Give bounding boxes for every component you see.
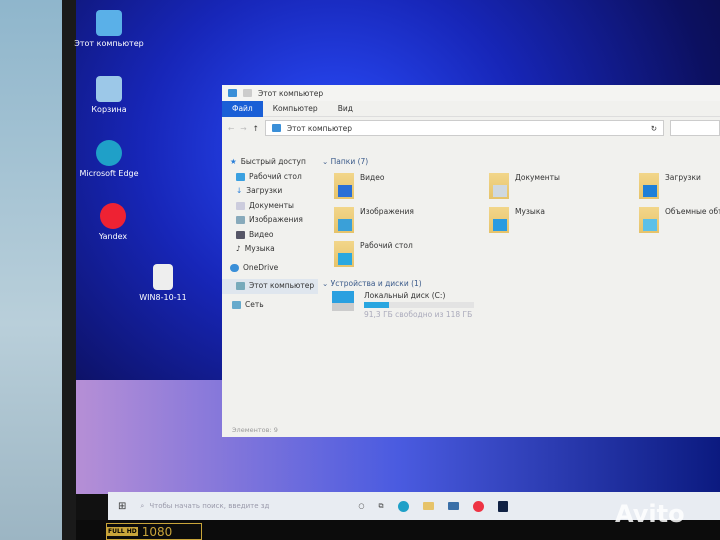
music-folder-icon [489,207,509,233]
music-icon: ♪ [236,244,241,253]
sidebar-item-pictures[interactable]: Изображения [222,213,318,228]
computer-icon [96,10,122,36]
file-explorer-window: Этот компьютер Файл Компьютер Вид ← → ↑ … [222,85,720,437]
folder-item[interactable]: Загрузки [639,173,720,201]
breadcrumb: Этот компьютер [286,123,352,133]
sidebar-item-downloads[interactable]: ↓ Загрузки [222,184,318,199]
sidebar-item-documents[interactable]: Документы [222,199,318,214]
search-input[interactable] [670,120,720,136]
folder-item[interactable]: Документы [489,173,639,201]
pictures-folder-icon [334,207,354,233]
folder-item[interactable]: Видео [334,173,489,201]
sidebar-item-quick-access[interactable]: ★ Быстрый доступ [222,155,318,170]
downloads-folder-icon [639,173,659,199]
desktop-icon-edge[interactable]: Microsoft Edge [74,140,144,179]
pictures-icon [236,216,245,225]
drive-usage-bar [364,302,474,308]
desktop-folder-icon [334,241,354,267]
content-pane: ⌄ Папки (7) Видео Документы Загрузки Изо… [322,155,720,319]
desktop-icon-win-file[interactable]: WIN8-10-11 [128,264,198,303]
tab-view[interactable]: Вид [328,101,363,117]
file-icon [153,264,173,290]
folder-item[interactable]: Изображения [334,207,489,235]
yandex-icon[interactable] [472,500,484,512]
sidebar-item-this-pc[interactable]: Этот компьютер [222,279,318,294]
refresh-icon[interactable]: ↻ [651,124,663,133]
window-title: Этот компьютер [258,88,324,98]
avito-watermark: Avito [615,500,685,528]
drive-icon [332,291,354,311]
sidebar-item-music[interactable]: ♪ Музыка [222,242,318,257]
video-icon [236,230,245,239]
back-arrow-icon[interactable]: ← [228,124,234,133]
ribbon-tabs: Файл Компьютер Вид [222,100,720,117]
computer-icon [271,124,281,132]
windows-start-icon[interactable]: ⊞ [118,501,126,512]
file-explorer-icon[interactable] [422,502,434,510]
download-icon: ↓ [236,186,243,195]
navigation-pane: ★ Быстрый доступ Рабочий стол ↓ Загрузки Д… [222,155,318,312]
desktop-icon-recycle-bin[interactable]: Корзина [74,76,144,115]
edge-icon[interactable] [397,500,409,512]
title-bar: Этот компьютер [222,85,720,101]
computer-icon [228,89,237,97]
desktop-icon [236,172,245,181]
sidebar-item-onedrive[interactable]: OneDrive [222,261,318,276]
recycle-bin-icon [96,76,122,102]
folder-item[interactable]: Рабочий стол [334,241,489,269]
sidebar-item-desktop[interactable]: Рабочий стол [222,170,318,185]
properties-icon[interactable] [243,89,252,97]
cloud-icon [230,263,239,272]
drive-item[interactable]: Локальный диск (C:) 91,3 ГБ свободно из … [332,291,720,319]
wall-background [0,0,70,540]
search-icon: ⌕ [140,501,145,510]
sidebar-item-videos[interactable]: Видео [222,228,318,243]
full-hd-sticker: FULL HD 1080 [106,523,202,540]
cortana-icon[interactable]: ○ [358,502,364,510]
desktop-icon-this-pc[interactable]: Этот компьютер [74,10,144,49]
up-arrow-icon[interactable]: ↑ [253,124,259,133]
security-shield-icon[interactable] [497,500,508,512]
folder-item[interactable]: Музыка [489,207,639,235]
tab-file[interactable]: Файл [222,100,263,117]
forward-arrow-icon[interactable]: → [240,124,246,133]
document-icon [236,201,245,210]
status-bar: Элементов: 9 [232,426,278,434]
mail-icon[interactable] [447,502,459,510]
folders-section-header[interactable]: ⌄ Папки (7) [322,155,720,169]
network-icon [232,300,241,309]
tab-computer[interactable]: Компьютер [263,101,328,117]
sidebar-item-network[interactable]: Сеть [222,298,318,313]
task-view-icon[interactable]: ⧉ [379,502,384,511]
yandex-icon [100,203,126,229]
documents-folder-icon [489,173,509,199]
video-folder-icon [334,173,354,199]
star-icon: ★ [230,157,237,166]
folder-grid: Видео Документы Загрузки Изображения Муз… [334,173,720,269]
navigation-bar: ← → ↑ Этот компьютер ↻ [222,117,720,139]
computer-icon [236,282,245,291]
folder-item[interactable]: Объемные объекты [639,207,720,235]
edge-icon [96,140,122,166]
taskbar-search[interactable]: ⌕ Чтобы начать поиск, введите зд [140,502,290,511]
desktop-icon-yandex[interactable]: Yandex [78,203,148,242]
devices-section-header[interactable]: ⌄ Устройства и диски (1) [322,277,720,291]
address-bar[interactable]: Этот компьютер ↻ [264,120,664,136]
3d-objects-folder-icon [639,207,659,233]
